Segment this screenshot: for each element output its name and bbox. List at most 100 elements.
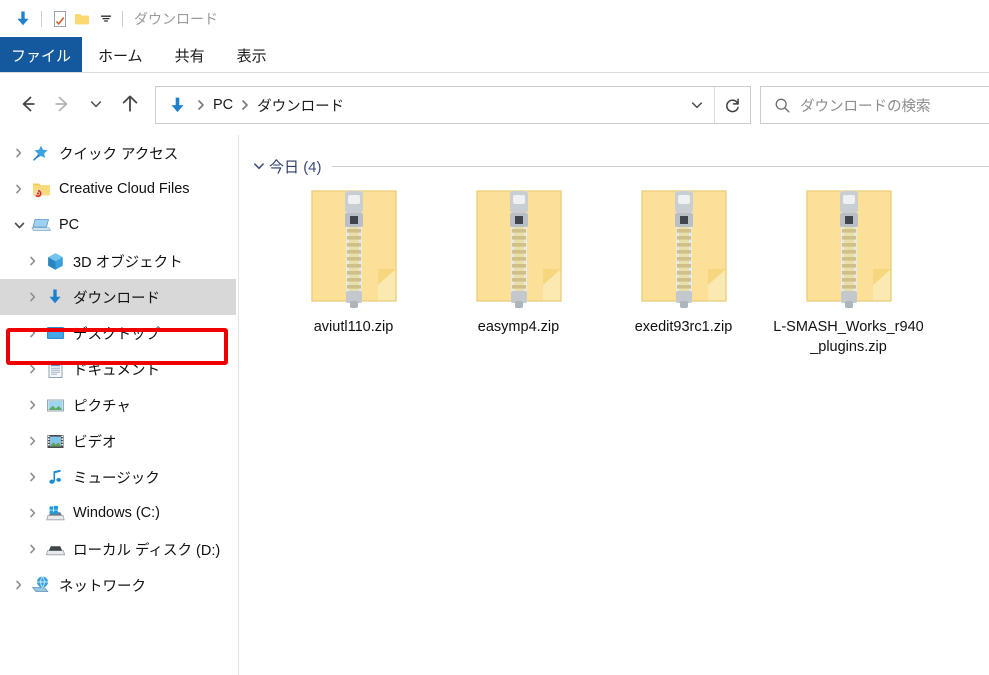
chevron-right-icon[interactable] [22,243,44,279]
sidebar-item-label: Windows (C:) [73,505,161,521]
group-count: (4) [303,158,322,176]
sidebar-item-label: ビデオ [73,434,117,451]
address-bar-right-controls [679,87,750,123]
file-name: aviutl110.zip [313,319,394,335]
creative-cloud-folder-icon [30,178,52,200]
group-label-text: 今日 [269,158,300,176]
sidebar-item-label: ドキュメント [73,362,160,379]
chevron-right-icon[interactable] [22,459,44,495]
chevron-right-icon[interactable] [22,351,44,387]
network-icon [30,574,52,596]
file-item[interactable]: easymp4.zip [436,181,601,337]
chevron-right-icon[interactable] [22,531,44,567]
sidebar-item-downloads[interactable]: ダウンロード [0,279,236,315]
tab-view[interactable]: 表示 [221,37,283,73]
address-dropdown-button[interactable] [679,87,714,123]
sidebar-item-local-disk-d[interactable]: ローカル ディスク (D:) [0,531,238,567]
zip-folder-icon [306,181,402,311]
breadcrumb-pc[interactable]: PC [213,97,233,113]
file-list-pane[interactable]: 今日 (4) aviutl110.zip easymp4.zip exedit9… [239,135,989,675]
group-rule [331,165,989,167]
sidebar-item-music[interactable]: ミュージック [0,459,238,495]
tab-share[interactable]: 共有 [159,37,221,73]
download-arrow-icon[interactable] [12,8,34,30]
breadcrumb-separator-icon[interactable] [240,98,250,112]
search-input[interactable]: ダウンロードの検索 [800,95,931,116]
sidebar-item-label: PC [59,217,80,233]
chevron-right-icon[interactable] [22,495,44,531]
breadcrumb-downloads[interactable]: ダウンロード [257,95,344,116]
chevron-right-icon[interactable] [22,387,44,423]
sidebar-item-desktop[interactable]: デスクトップ [0,315,238,351]
download-arrow-icon [165,95,189,116]
chevron-right-icon[interactable] [22,279,44,315]
file-name: exedit93rc1.zip [634,319,733,335]
address-bar[interactable]: PC ダウンロード [155,86,751,124]
chevron-down-icon[interactable] [8,207,30,243]
zip-folder-icon [801,181,897,311]
sidebar-item-videos[interactable]: ビデオ [0,423,238,459]
zip-folder-icon [636,181,732,311]
pictures-icon [44,394,66,416]
sidebar-item-pc[interactable]: PC [0,207,238,243]
chevron-down-icon[interactable] [249,159,269,173]
refresh-button[interactable] [714,87,750,123]
sidebar-item-quick-access[interactable]: クイック アクセス [0,135,238,171]
file-item[interactable]: L-SMASH_Works_r940_plugins.zip [766,181,931,357]
forward-button[interactable] [45,87,79,121]
sidebar-item-3d-objects[interactable]: 3D オブジェクト [0,243,238,279]
tab-home[interactable]: ホーム [82,37,159,73]
sidebar-item-label: クイック アクセス [59,146,179,163]
file-explorer-window: ダウンロード ファイル ホーム 共有 表示 PC ダウンロード ダウンロードの検… [0,0,989,675]
ribbon-tab-bar: ファイル ホーム 共有 表示 [0,37,989,73]
new-folder-icon[interactable] [71,8,93,30]
zip-folder-icon [471,181,567,311]
windows-drive-icon [44,502,66,524]
properties-icon[interactable] [49,8,71,30]
sidebar-item-windows-c[interactable]: Windows (C:) [0,495,238,531]
file-tile-grid: aviutl110.zip easymp4.zip exedit93rc1.zi… [271,181,931,357]
sidebar-item-label: ミュージック [73,470,160,487]
documents-icon [44,358,66,380]
sidebar-item-label: デスクトップ [73,326,160,343]
navigation-pane: クイック アクセス Creative Cloud Files PC 3D オブジ… [0,135,238,675]
search-box[interactable]: ダウンロードの検索 [760,86,989,124]
chevron-down-icon[interactable] [97,9,115,29]
sidebar-item-pictures[interactable]: ピクチャ [0,387,238,423]
tab-file[interactable]: ファイル [0,37,82,73]
recent-locations-button[interactable] [79,87,113,121]
group-header-label: 今日 (4) [269,156,322,177]
window-title: ダウンロード [134,10,218,27]
videos-icon [44,430,66,452]
chevron-right-icon[interactable] [8,135,30,171]
file-name: L-SMASH_Works_r940_plugins.zip [773,319,924,355]
sidebar-item-label: 3D オブジェクト [73,254,183,271]
sidebar-item-label: ローカル ディスク (D:) [73,542,221,559]
title-bar: ダウンロード [0,0,989,37]
qat-separator-2 [122,10,123,27]
sidebar-item-network[interactable]: ネットワーク [0,567,238,603]
file-item[interactable]: exedit93rc1.zip [601,181,766,337]
search-icon [770,96,794,115]
sidebar-item-documents[interactable]: ドキュメント [0,351,238,387]
sidebar-item-label: ピクチャ [73,398,131,415]
back-button[interactable] [11,87,45,121]
chevron-right-icon[interactable] [22,315,44,351]
qat-separator-1 [41,10,42,27]
pc-icon [30,214,52,236]
group-header-today[interactable]: 今日 (4) [249,155,989,177]
file-item[interactable]: aviutl110.zip [271,181,436,337]
music-note-icon [44,466,66,488]
sidebar-item-label: ネットワーク [59,578,146,595]
sidebar-item-creative-cloud-files[interactable]: Creative Cloud Files [0,171,238,207]
chevron-right-icon[interactable] [8,567,30,603]
sidebar-item-label: ダウンロード [73,290,160,307]
up-button[interactable] [113,87,147,121]
local-disk-icon [44,538,66,560]
chevron-right-icon[interactable] [8,171,30,207]
quick-access-star-icon [30,142,52,164]
3d-objects-icon [44,250,66,272]
chevron-right-icon[interactable] [22,423,44,459]
breadcrumb-separator-icon[interactable] [196,98,206,112]
sidebar-item-label: Creative Cloud Files [59,181,190,197]
